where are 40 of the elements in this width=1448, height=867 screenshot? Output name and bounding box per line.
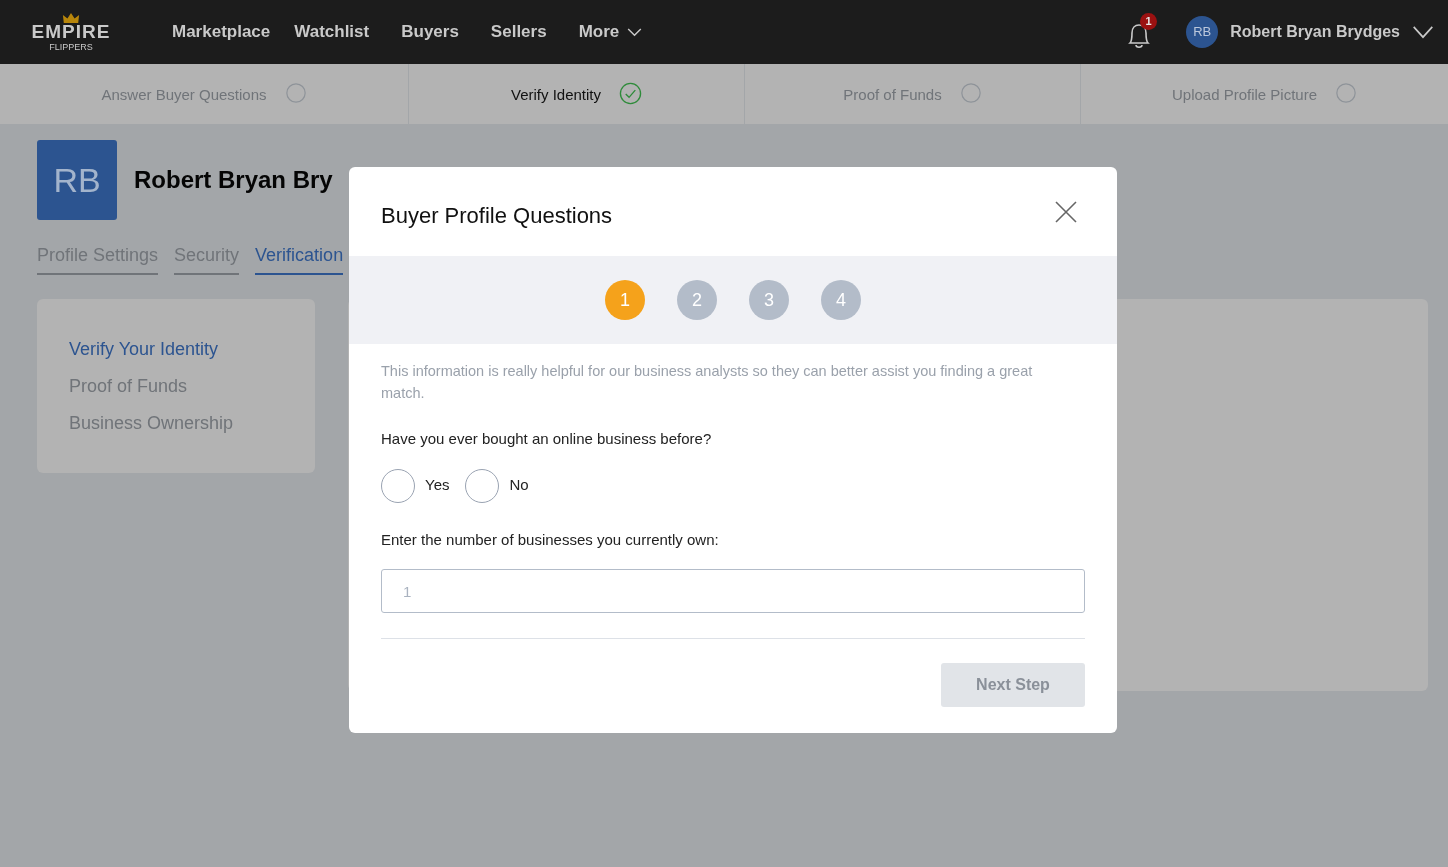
logo-text: EMPIRE — [31, 21, 111, 42]
intro-text: This information is really helpful for our business analysts so they can better assist you finding a great match. — [381, 362, 1034, 403]
wizard-step[interactable]: 2 — [677, 280, 717, 320]
nav-link[interactable]: More — [578, 19, 643, 45]
count-label: Enter the number of businesses you currently own: — [381, 529, 720, 550]
profile-avatar: RB — [37, 140, 117, 220]
check-circle-icon — [619, 81, 642, 105]
user-menu[interactable]: RB Robert Bryan Brydges — [1186, 16, 1434, 48]
nav-link[interactable]: Buyers — [401, 19, 459, 45]
radio-label: No — [509, 475, 529, 496]
progress-step[interactable]: Proof of Funds — [745, 64, 1080, 124]
wizard-step[interactable]: 3 — [749, 280, 789, 320]
empty-circle-icon — [959, 82, 982, 104]
progress-step[interactable]: Answer Buyer Questions — [0, 64, 408, 124]
progress-step[interactable]: Verify Identity — [409, 64, 744, 124]
user-name: Robert Bryan Brydges — [1230, 22, 1400, 42]
nav-link[interactable]: Sellers — [490, 19, 547, 45]
modal-title: Buyer Profile Questions — [381, 202, 613, 230]
progress-step[interactable]: Upload Profile Picture — [1081, 64, 1448, 124]
profile-name: Robert Bryan Bry — [134, 165, 333, 195]
empty-circle-icon — [1335, 82, 1358, 104]
radio-label: Yes — [425, 475, 450, 496]
crown-icon — [62, 12, 80, 24]
notification-badge: 1 — [1140, 13, 1158, 30]
chevron-down-icon — [1412, 25, 1434, 39]
logo[interactable]: EMPIRE FLIPPERS — [32, 12, 110, 52]
wizard-step[interactable]: 1 — [605, 280, 645, 320]
profile-tab[interactable]: Verification — [255, 242, 344, 275]
question-label: Have you ever bought an online business before? — [381, 429, 713, 449]
nav-link[interactable]: Marketplace — [172, 19, 271, 45]
user-avatar: RB — [1186, 16, 1219, 48]
close-icon[interactable] — [1055, 200, 1077, 223]
wizard-step[interactable]: 4 — [821, 280, 861, 320]
sidebar-item[interactable]: Proof of Funds — [69, 374, 315, 399]
sidebar-item[interactable]: Business Ownership — [69, 411, 315, 436]
sidebar-item[interactable]: Verify Your Identity — [69, 337, 315, 362]
logo-subtext: FLIPPERS — [49, 41, 93, 52]
nav-link[interactable]: Watchlist — [294, 19, 370, 45]
number-input-field[interactable]: 1 — [381, 569, 1085, 613]
empty-circle-icon — [284, 82, 307, 104]
